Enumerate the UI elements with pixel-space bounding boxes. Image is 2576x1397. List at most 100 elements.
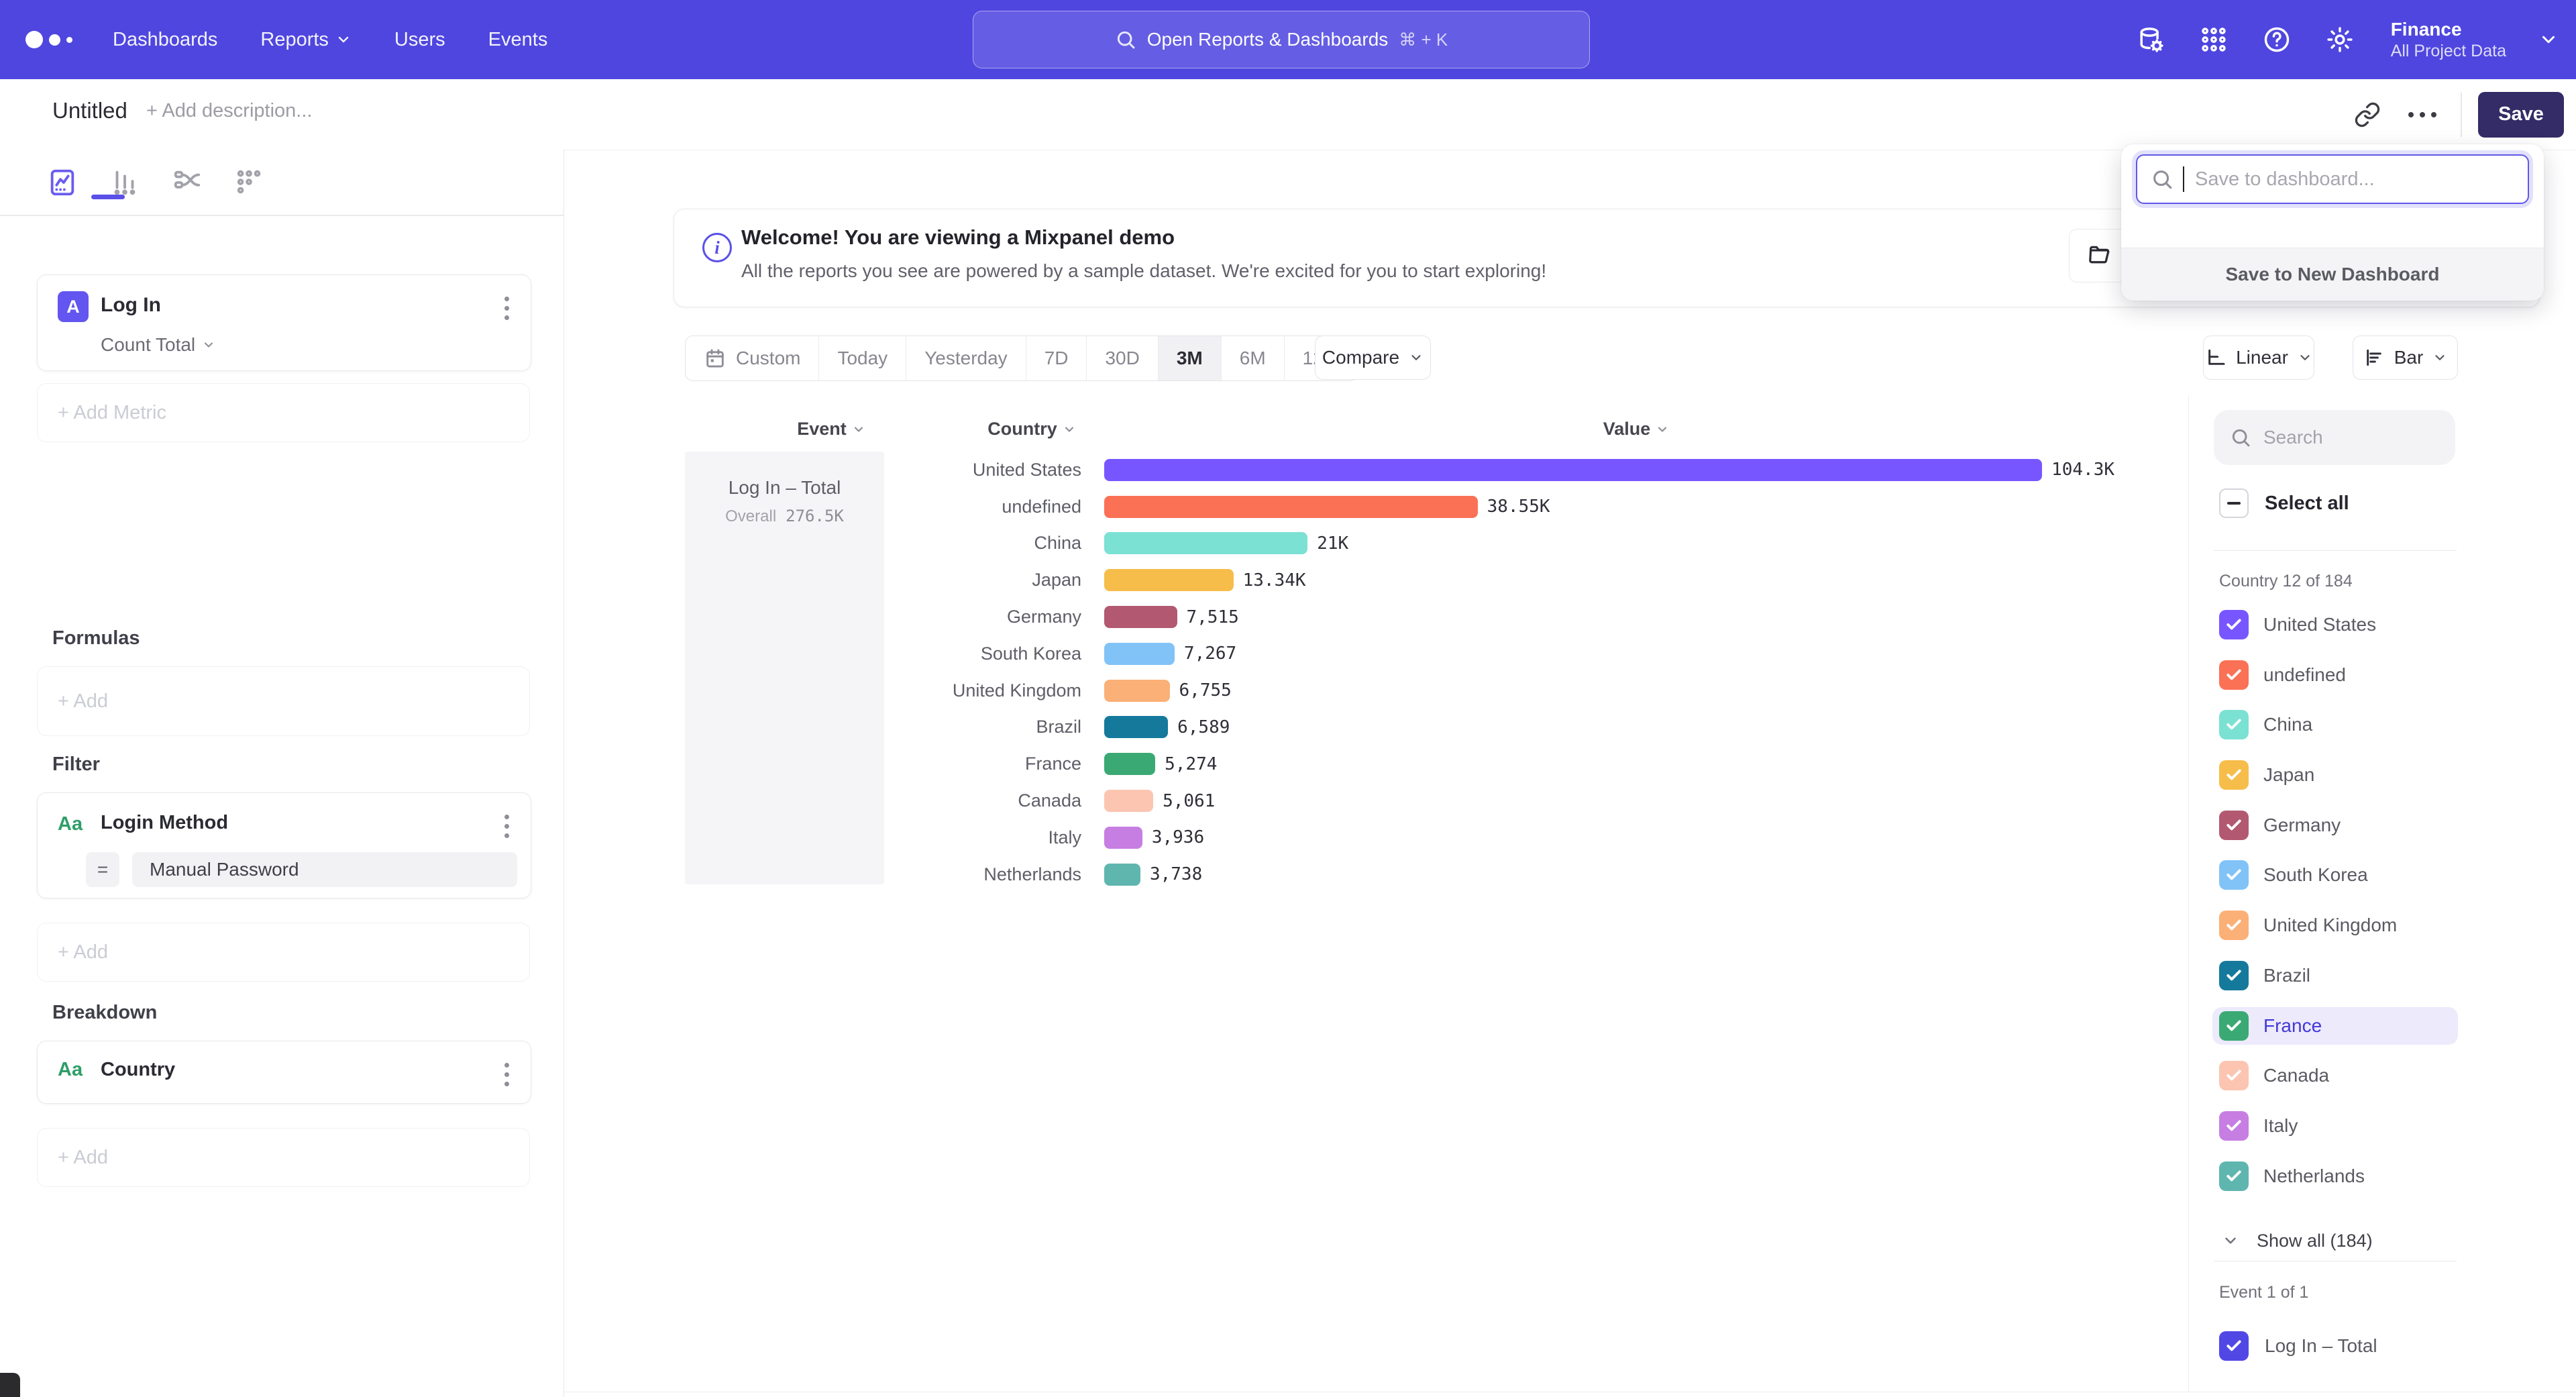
tab-retention[interactable] bbox=[234, 167, 265, 198]
project-switcher[interactable]: Finance All Project Data bbox=[2391, 18, 2506, 61]
legend-search[interactable] bbox=[2214, 410, 2455, 465]
country-checkbox[interactable] bbox=[2219, 911, 2249, 940]
column-header-country[interactable]: Country bbox=[965, 419, 1099, 439]
bar[interactable] bbox=[1104, 496, 1478, 518]
country-checkbox[interactable] bbox=[2219, 760, 2249, 790]
add-breakdown-button[interactable]: + Add bbox=[37, 1128, 530, 1187]
breakdown-card[interactable]: Aa Country bbox=[37, 1041, 531, 1104]
country-legend-row[interactable]: Netherlands bbox=[2212, 1157, 2458, 1195]
event-legend-row[interactable]: Log In – Total bbox=[2219, 1331, 2377, 1361]
bar[interactable] bbox=[1104, 643, 1175, 665]
range-custom[interactable]: Custom bbox=[686, 336, 819, 380]
bar[interactable] bbox=[1104, 606, 1177, 628]
settings-gear-icon[interactable] bbox=[2324, 23, 2356, 56]
bar[interactable] bbox=[1104, 532, 1307, 554]
range-option[interactable]: 3M bbox=[1159, 336, 1222, 380]
breakdown-header: Breakdown bbox=[52, 1002, 157, 1024]
country-legend-row[interactable]: China bbox=[2212, 706, 2458, 743]
nav-item-users[interactable]: Users bbox=[394, 29, 445, 51]
kebab-menu-icon[interactable] bbox=[500, 293, 513, 324]
bar[interactable] bbox=[1104, 864, 1140, 886]
add-formula-button[interactable]: + Add bbox=[37, 666, 530, 736]
copy-link-icon[interactable] bbox=[2344, 91, 2391, 138]
save-to-dashboard-input[interactable] bbox=[2194, 168, 2514, 191]
country-checkbox[interactable] bbox=[2219, 1161, 2249, 1191]
country-legend-row[interactable]: Brazil bbox=[2212, 957, 2458, 994]
range-option[interactable]: 7D bbox=[1026, 336, 1087, 380]
filter-value[interactable]: Manual Password bbox=[132, 852, 517, 887]
country-legend-row[interactable]: Germany bbox=[2212, 807, 2458, 844]
filter-operator[interactable]: = bbox=[86, 852, 119, 887]
show-all-toggle[interactable]: Show all (184) bbox=[2222, 1223, 2373, 1259]
select-all-row[interactable]: Select all bbox=[2219, 488, 2349, 518]
more-options-icon[interactable] bbox=[2408, 112, 2436, 117]
country-legend-row[interactable]: South Korea bbox=[2212, 856, 2458, 894]
legend-search-input[interactable] bbox=[2262, 426, 2426, 449]
nav-item-dashboards[interactable]: Dashboards bbox=[113, 29, 217, 51]
report-title[interactable]: Untitled bbox=[52, 98, 127, 123]
country-checkbox[interactable] bbox=[2219, 1011, 2249, 1041]
check-icon bbox=[2225, 716, 2243, 733]
add-filter-button[interactable]: + Add bbox=[37, 923, 530, 982]
scale-selector-button[interactable]: Linear bbox=[2203, 335, 2314, 380]
aggregation-selector[interactable]: Count Total bbox=[101, 334, 215, 356]
country-checkbox[interactable] bbox=[2219, 1111, 2249, 1141]
country-checkbox[interactable] bbox=[2219, 1061, 2249, 1090]
event-name[interactable]: Log In bbox=[101, 294, 161, 317]
bar[interactable] bbox=[1104, 716, 1168, 738]
apps-grid-icon[interactable] bbox=[2198, 23, 2230, 56]
column-header-event[interactable]: Event bbox=[764, 419, 898, 439]
kebab-menu-icon[interactable] bbox=[500, 811, 513, 842]
bar[interactable] bbox=[1104, 680, 1170, 702]
select-all-checkbox[interactable] bbox=[2219, 488, 2249, 518]
help-icon[interactable] bbox=[2261, 23, 2293, 56]
country-legend-row[interactable]: Japan bbox=[2212, 756, 2458, 794]
save-to-dashboard-field[interactable] bbox=[2136, 154, 2529, 204]
add-metric-button[interactable]: + Add Metric bbox=[37, 383, 530, 442]
kebab-menu-icon[interactable] bbox=[500, 1059, 513, 1090]
chevron-down-icon bbox=[852, 423, 865, 436]
metric-card[interactable]: A Log In Count Total bbox=[37, 274, 531, 371]
tab-flows[interactable] bbox=[172, 167, 203, 198]
global-search-button[interactable]: Open Reports & Dashboards ⌘ + K bbox=[973, 11, 1590, 68]
country-legend-row[interactable]: Italy bbox=[2212, 1107, 2458, 1145]
country-legend-row[interactable]: undefined bbox=[2212, 656, 2458, 694]
filter-property[interactable]: Login Method bbox=[101, 812, 228, 834]
filter-card[interactable]: Aa Login Method = Manual Password bbox=[37, 792, 531, 898]
chart-type-button[interactable]: Bar bbox=[2353, 335, 2458, 380]
country-legend-row[interactable]: United States bbox=[2212, 606, 2458, 643]
nav-item-reports[interactable]: Reports bbox=[260, 29, 352, 51]
chevron-down-icon[interactable] bbox=[2538, 30, 2559, 50]
mixpanel-logo[interactable] bbox=[25, 31, 82, 48]
country-checkbox[interactable] bbox=[2219, 961, 2249, 990]
range-option[interactable]: 6M bbox=[1222, 336, 1285, 380]
tab-insights[interactable] bbox=[47, 167, 78, 198]
bar[interactable] bbox=[1104, 827, 1142, 849]
data-management-icon[interactable] bbox=[2135, 23, 2167, 56]
range-option[interactable]: 30D bbox=[1087, 336, 1158, 380]
tab-funnels[interactable] bbox=[109, 167, 140, 198]
country-checkbox[interactable] bbox=[2219, 811, 2249, 840]
bar[interactable] bbox=[1104, 459, 2042, 481]
country-checkbox[interactable] bbox=[2219, 660, 2249, 690]
bar[interactable] bbox=[1104, 790, 1153, 812]
country-legend-row[interactable]: United Kingdom bbox=[2212, 907, 2458, 944]
save-to-new-dashboard-button[interactable]: Save to New Dashboard bbox=[2121, 248, 2544, 301]
country-legend-row[interactable]: Canada bbox=[2212, 1057, 2458, 1094]
nav-item-events[interactable]: Events bbox=[488, 29, 548, 51]
country-legend-row[interactable]: France bbox=[2212, 1007, 2458, 1045]
compare-button[interactable]: Compare bbox=[1315, 335, 1431, 380]
range-option[interactable]: Yesterday bbox=[906, 336, 1026, 380]
select-all-label: Select all bbox=[2265, 493, 2349, 515]
column-header-value[interactable]: Value bbox=[1569, 419, 1703, 439]
breakdown-property[interactable]: Country bbox=[101, 1059, 175, 1081]
country-checkbox[interactable] bbox=[2219, 710, 2249, 739]
range-option[interactable]: Today bbox=[819, 336, 906, 380]
save-button[interactable]: Save bbox=[2478, 92, 2564, 138]
event-checkbox[interactable] bbox=[2219, 1331, 2249, 1361]
country-checkbox[interactable] bbox=[2219, 860, 2249, 890]
bar[interactable] bbox=[1104, 753, 1155, 775]
bar[interactable] bbox=[1104, 569, 1234, 591]
country-checkbox[interactable] bbox=[2219, 610, 2249, 639]
add-description-field[interactable]: + Add description... bbox=[146, 100, 312, 122]
